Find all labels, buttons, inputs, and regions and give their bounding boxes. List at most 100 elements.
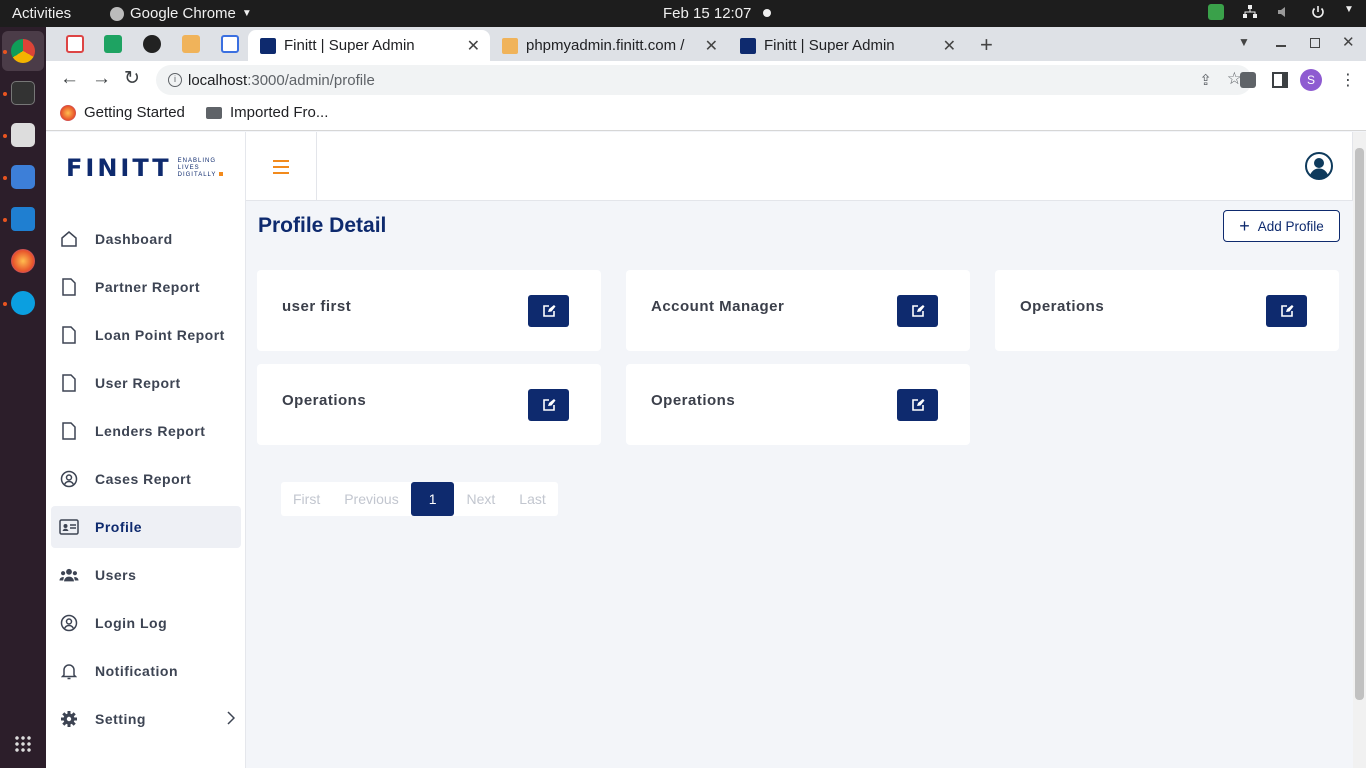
menu-toggle-icon[interactable] [273,160,289,178]
page-scrollbar[interactable] [1353,132,1366,768]
sidebar-item-users[interactable]: Users [51,554,241,596]
address-bar[interactable]: i localhost:3000/admin/profile ⇪ ☆ [156,65,1252,95]
share-icon[interactable]: ⇪ [1199,71,1212,89]
pagination-first[interactable]: First [281,482,332,516]
files-dock-icon[interactable] [11,123,35,147]
browser-toolbar: ← → ↻ i localhost:3000/admin/profile ⇪ ☆… [46,61,1366,98]
app-grid-icon[interactable] [14,735,32,753]
close-window-icon[interactable]: ✕ [1342,33,1355,51]
back-icon[interactable]: ← [60,69,79,89]
sidebar-item-dashboard[interactable]: Dashboard [51,218,241,260]
running-indicator [3,50,7,54]
sidebar-item-label: Lenders Report [95,423,206,439]
more-menu-icon[interactable]: ⋮ [1340,70,1356,90]
profile-card: Operations [995,270,1339,351]
new-tab-button[interactable]: + [980,32,993,58]
user-avatar-icon[interactable] [1305,152,1333,180]
firefox-dock-icon[interactable] [11,249,35,273]
close-tab-icon[interactable]: ✕ [467,36,480,56]
sidebar-item-lenders-report[interactable]: Lenders Report [51,410,241,452]
gear-icon [59,709,79,729]
sidebar-item-profile[interactable]: Profile [51,506,241,548]
extensions-icon[interactable] [1240,72,1256,88]
restore-icon[interactable] [1310,38,1320,48]
github-pinned-tab[interactable] [143,35,161,53]
text-editor-dock-icon[interactable] [11,165,35,189]
bell-icon [59,661,79,681]
finitt-logo[interactable]: FINITT ENABLING LIVES DIGITALLY [66,154,223,182]
tab-finitt-admin[interactable]: Finitt | Super Admin ✕ [248,30,490,61]
minimize-icon[interactable] [1276,45,1286,47]
add-profile-label: Add Profile [1257,218,1324,234]
edit-profile-button[interactable] [897,389,938,421]
page-title: Profile Detail [258,214,387,237]
sidebar-item-label: Notification [95,663,178,679]
document-icon [59,373,79,393]
vscode-dock-icon[interactable] [11,207,35,231]
running-indicator [3,92,7,96]
tab-finitt-admin-2[interactable]: Finitt | Super Admin ✕ [728,30,966,61]
site-info-icon[interactable]: i [168,73,182,87]
profile-avatar[interactable]: S [1300,69,1322,91]
app-pinned-tab[interactable] [221,35,239,53]
sidebar-item-user-report[interactable]: User Report [51,362,241,404]
close-tab-icon[interactable]: ✕ [705,36,718,56]
side-panel-icon[interactable] [1272,72,1288,88]
add-profile-button[interactable]: + Add Profile [1223,210,1340,242]
edit-profile-button[interactable] [528,295,569,327]
sidebar-item-loan-point-report[interactable]: Loan Point Report [51,314,241,356]
tab-title: Finitt | Super Admin [764,37,895,54]
chrome-dock-icon[interactable] [11,39,35,63]
power-icon [1310,4,1326,20]
plus-icon: + [1239,216,1250,236]
sidebar-item-partner-report[interactable]: Partner Report [51,266,241,308]
sidebar-item-setting[interactable]: Setting [51,698,241,740]
pagination: First Previous 1 Next Last [281,482,558,516]
sidebar-item-label: Loan Point Report [95,327,225,343]
bookmark-getting-started[interactable]: Getting Started [60,104,185,121]
reload-icon[interactable]: ↻ [124,69,140,89]
system-tray[interactable]: ▼ [1208,4,1354,20]
edit-profile-button[interactable] [528,389,569,421]
sheets-pinned-tab[interactable] [104,35,122,53]
tab-title: Finitt | Super Admin [284,37,415,54]
clock[interactable]: Feb 15 12:07 [663,5,751,22]
gmail-pinned-tab[interactable] [66,35,84,53]
app-header [246,132,1353,201]
tab-search-icon[interactable]: ▼ [1238,35,1250,49]
activities-button[interactable]: Activities [12,5,71,22]
edit-icon [911,305,924,317]
skype-dock-icon[interactable] [11,291,35,315]
running-indicator [3,176,7,180]
tab-phpmyadmin[interactable]: phpmyadmin.finitt.com / ✕ [490,30,728,61]
pagination-next[interactable]: Next [454,482,507,516]
close-tab-icon[interactable]: ✕ [943,36,956,56]
terminal-dock-icon[interactable] [11,81,35,105]
bookmark-imported-folder[interactable]: Imported Fro... [206,104,328,121]
url-host: localhost [188,71,248,89]
sidebar-item-notification[interactable]: Notification [51,650,241,692]
sidebar-item-login-log[interactable]: Login Log [51,602,241,644]
profile-card: Operations [626,364,970,445]
sidebar-item-label: Setting [95,711,146,727]
sidebar-item-label: Users [95,567,137,583]
edit-profile-button[interactable] [897,295,938,327]
chrome-icon [110,6,124,21]
forward-icon[interactable]: → [92,69,111,89]
pagination-last[interactable]: Last [507,482,557,516]
phpmyadmin-pinned-tab[interactable] [182,35,200,53]
header-divider [316,132,317,201]
sidebar-item-cases-report[interactable]: Cases Report [51,458,241,500]
app-menu[interactable]: Google Chrome ▼ [110,5,252,22]
user-circle-icon [59,469,79,489]
edit-profile-button[interactable] [1266,295,1307,327]
volume-icon [1276,4,1292,20]
pagination-previous[interactable]: Previous [332,482,410,516]
sidebar-item-label: Profile [95,519,143,535]
pagination-current-page[interactable]: 1 [410,482,455,516]
bookmark-label: Getting Started [84,104,185,121]
edit-icon [542,305,555,317]
home-icon [59,229,79,249]
edit-icon [1280,305,1293,317]
scrollbar-thumb[interactable] [1355,148,1364,700]
